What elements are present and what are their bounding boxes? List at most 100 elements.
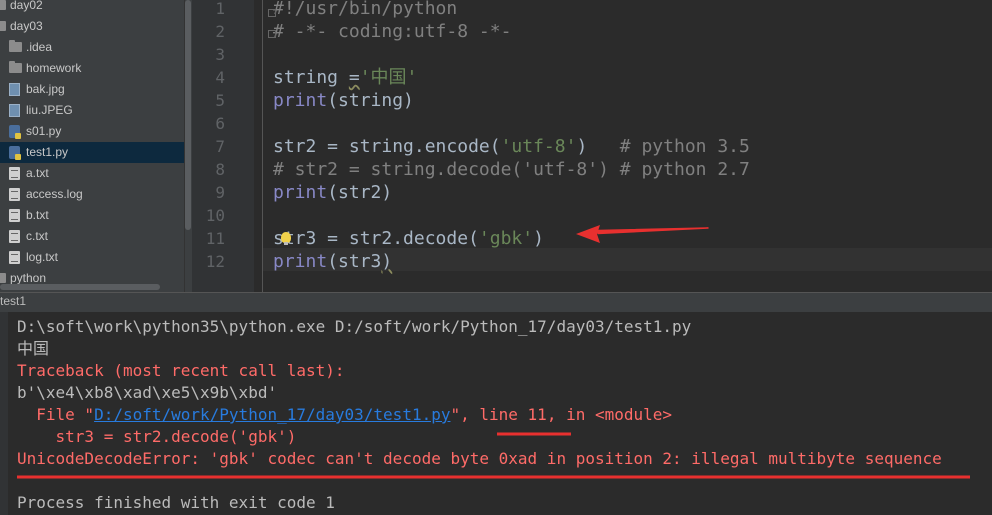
console-line: File "D:/soft/work/Python_17/day03/test1… <box>17 404 672 426</box>
folder-icon <box>9 61 22 73</box>
fold-marker-icon[interactable] <box>268 9 276 17</box>
line-number: 12 <box>205 252 225 271</box>
tree-item-day03[interactable]: day03 <box>0 16 184 37</box>
tree-item-label: day02 <box>10 0 43 12</box>
folder-icon <box>9 40 22 52</box>
code-token: # python 3.5 <box>619 136 750 157</box>
run-console-output[interactable]: D:\soft\work\python35\python.exe D:/soft… <box>0 312 992 515</box>
console-line: b'\xe4\xb8\xad\xe5\x9b\xbd' <box>17 382 277 404</box>
code-token: ) <box>381 251 393 272</box>
tree-item-c-txt[interactable]: c.txt <box>0 226 184 247</box>
code-token: str3 = str2.decode( <box>273 228 479 249</box>
fold-marker-icon[interactable] <box>268 30 276 38</box>
code-token: string <box>273 67 349 88</box>
line-number: 5 <box>215 91 225 110</box>
code-token: 'utf-8' <box>500 136 577 157</box>
code-token: (str3 <box>327 251 382 272</box>
code-token: 'gbk' <box>478 228 534 249</box>
code-token: (str2) <box>327 182 393 203</box>
line-number: 9 <box>215 183 225 202</box>
code-line[interactable]: str3 = str2.decode('gbk') <box>273 227 544 250</box>
tree-item-label: c.txt <box>26 229 49 243</box>
folder-icon <box>0 273 6 283</box>
code-token: File " <box>17 405 95 424</box>
code-token: #!/usr/bin/python <box>273 0 458 19</box>
code-token: str2 = string.encode( <box>273 136 501 157</box>
tree-item-label: log.txt <box>26 250 59 264</box>
code-token: str3 = str2.decode('gbk') <box>17 427 297 446</box>
code-token: print <box>273 251 328 272</box>
tree-item-label: access.log <box>26 187 83 201</box>
console-gutter <box>0 312 8 515</box>
code-token: print <box>273 90 328 111</box>
text-file-icon <box>9 167 20 180</box>
project-tree-horizontal-scrollbar[interactable] <box>0 284 160 290</box>
line-number: 6 <box>215 114 225 133</box>
code-token: ) <box>576 136 620 157</box>
code-token: ) <box>533 228 544 249</box>
console-line: D:\soft\work\python35\python.exe D:/soft… <box>17 316 691 338</box>
tree-item-homework[interactable]: homework <box>0 58 184 79</box>
code-token: # -*- coding:utf-8 -*- <box>273 21 512 42</box>
console-line: Traceback (most recent call last): <box>17 360 345 382</box>
line-number: 1 <box>215 0 225 18</box>
tree-item-s01-py[interactable]: s01.py <box>0 121 184 142</box>
image-file-icon <box>9 104 20 117</box>
tree-item-label: day03 <box>10 19 43 33</box>
line-number: 3 <box>215 45 225 64</box>
folder-icon <box>0 21 6 31</box>
tree-item-label: test1.py <box>26 145 69 159</box>
code-line[interactable]: # -*- coding:utf-8 -*- <box>273 20 511 43</box>
tree-item-label: b.txt <box>26 208 49 222</box>
lightbulb-icon[interactable] <box>281 232 291 245</box>
code-line[interactable]: #!/usr/bin/python <box>273 0 457 20</box>
code-token: 中国 <box>17 339 50 358</box>
code-line[interactable]: print(str2) <box>273 181 392 204</box>
code-line[interactable]: # str2 = string.decode('utf-8') # python… <box>273 158 750 181</box>
file-path-link[interactable]: D:/soft/work/Python_17/day03/test1.py <box>94 405 450 424</box>
line-number: 11 <box>205 229 225 248</box>
console-line: Process finished with exit code 1 <box>17 492 335 514</box>
tree-item-label: .idea <box>26 40 53 54</box>
tree-item-test1-py[interactable]: test1.py <box>0 142 184 163</box>
tree-item-b-txt[interactable]: b.txt <box>0 205 184 226</box>
tree-item-label: bak.jpg <box>26 82 65 96</box>
project-tree-scrollbar[interactable] <box>185 0 191 230</box>
python-file-icon <box>9 146 21 160</box>
tree-item-a-txt[interactable]: a.txt <box>0 163 184 184</box>
folder-icon <box>0 0 6 10</box>
run-tab-test1[interactable]: test1 <box>0 294 26 308</box>
gutter-separator <box>262 0 263 292</box>
tree-item-day02[interactable]: day02 <box>0 0 184 16</box>
text-file-icon <box>9 188 20 201</box>
python-file-icon <box>9 125 21 139</box>
code-token: print <box>273 182 328 203</box>
code-token: Traceback (most recent call last): <box>17 361 345 380</box>
code-line[interactable]: string ='中国' <box>273 66 417 89</box>
code-line[interactable]: print(str3) <box>273 250 392 273</box>
tree-item-log-txt[interactable]: log.txt <box>0 247 184 268</box>
code-token: (string) <box>327 90 414 111</box>
line-number: 2 <box>215 22 225 41</box>
code-line[interactable]: str2 = string.encode('utf-8') # python 3… <box>273 135 750 158</box>
tree-item-access-log[interactable]: access.log <box>0 184 184 205</box>
text-file-icon <box>9 230 20 243</box>
tree-item-label: s01.py <box>26 124 62 138</box>
text-file-icon <box>9 251 20 264</box>
code-token: UnicodeDecodeError: 'gbk' codec can't de… <box>17 449 942 468</box>
code-token: b'\xe4\xb8\xad\xe5\x9b\xbd' <box>17 383 278 402</box>
code-token: ", line 11, in <module> <box>450 405 673 424</box>
tree-item-bak-jpg[interactable]: bak.jpg <box>0 79 184 100</box>
console-line: str3 = str2.decode('gbk') <box>17 426 297 448</box>
project-tree: day02 day03 .idea homework bak.jpg liu.JPEG s0… <box>0 0 192 292</box>
tree-item-label: a.txt <box>26 166 49 180</box>
code-token: '中国' <box>359 67 418 88</box>
code-token: # str2 = string.decode('utf-8') # python… <box>273 159 750 180</box>
code-line[interactable]: print(string) <box>273 89 414 112</box>
tree-item-label: liu.JPEG <box>26 103 73 117</box>
line-number: 4 <box>215 68 225 87</box>
tree-item-label: homework <box>26 61 82 75</box>
tree-item-liu-jpeg[interactable]: liu.JPEG <box>0 100 184 121</box>
run-tool-window-header: test1 <box>0 292 992 313</box>
tree-item-idea[interactable]: .idea <box>0 37 184 58</box>
